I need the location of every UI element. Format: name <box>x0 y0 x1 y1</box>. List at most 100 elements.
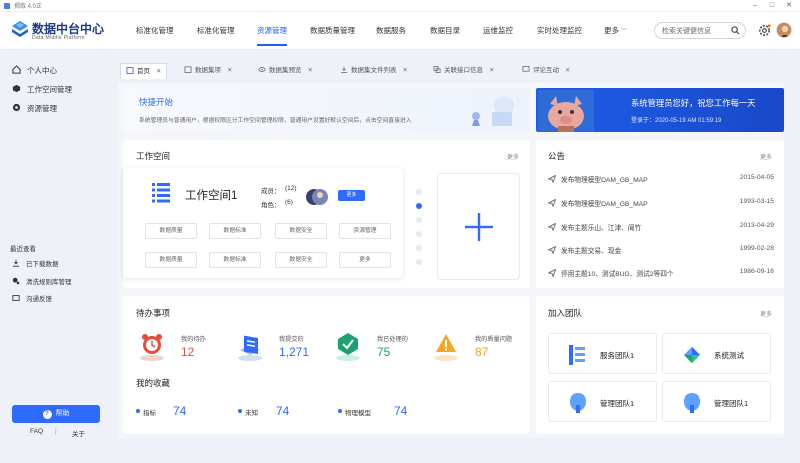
todo-item-submitted[interactable]: 我提交的 1,271 <box>235 330 325 364</box>
comment-icon <box>522 66 530 72</box>
close-tab-icon[interactable]: ✕ <box>227 67 232 74</box>
chevron-down-icon: ﹀ <box>621 29 628 35</box>
team-card[interactable]: 系统测试 <box>662 333 771 374</box>
tab-api-info[interactable]: 关联接口信息 ✕ <box>433 63 494 79</box>
notice-date: 2013-04-29 <box>739 222 774 229</box>
teams-more-link[interactable]: 更多 <box>760 309 772 318</box>
notice-item[interactable]: 发布物理模型DAM_GB_MAP 1993-03-15 <box>548 198 774 208</box>
workspace-pill[interactable]: 数据安全 <box>275 252 327 268</box>
nav-more[interactable]: 更多 ﹀ <box>604 12 627 50</box>
favorite-item-physical-model[interactable]: 物理模型 74 <box>338 404 418 418</box>
favorite-label: 物理模型 <box>345 410 371 417</box>
pager-dot[interactable] <box>416 245 422 251</box>
gear-icon[interactable] <box>757 23 772 38</box>
roles-count: (6) <box>285 199 293 206</box>
team-card[interactable]: 服务团队1 <box>548 333 657 374</box>
nav-standard-management[interactable]: 标准化管理 <box>136 12 174 50</box>
todo-item-processed[interactable]: 我已处理的 75 <box>333 330 423 364</box>
add-workspace-button[interactable] <box>437 173 520 280</box>
document-icon <box>152 183 170 203</box>
tab-dataset-item[interactable]: 数据集项 ✕ <box>184 63 232 79</box>
notice-item[interactable]: 发布物理模型DAM_GB_MAP 2015-04-05 <box>548 174 774 184</box>
nav-realtime-monitor[interactable]: 实时处理监控 <box>537 12 582 50</box>
team-card[interactable]: 管理团队1 <box>662 381 771 422</box>
help-button[interactable]: ? 帮助 <box>12 405 100 423</box>
calendar-icon <box>184 66 192 73</box>
mascot-image <box>538 90 594 132</box>
recent-item-label: 已下载数据 <box>26 261 59 268</box>
sidebar-item-resource-management[interactable]: 资源管理 <box>12 102 57 116</box>
workspace-pill[interactable]: 数据质量 <box>145 252 197 268</box>
workspace-more-button[interactable]: 更多 <box>338 190 365 201</box>
close-icon[interactable]: ✕ <box>782 0 796 12</box>
about-link[interactable]: 关于 <box>72 428 85 438</box>
bullet <box>338 409 342 413</box>
notice-item[interactable]: 停用主题10、测试BUG、测试2等四个 1986-09-16 <box>548 268 774 278</box>
workspace-pill[interactable]: 数据标准 <box>209 223 261 239</box>
top-navigation: 数据中台中心 Data Middle Platform 标准化管理 标准化管理 … <box>0 12 800 50</box>
window-title: 揭取 4.0正 <box>14 4 43 10</box>
nav-data-quality[interactable]: 数据质量管理 <box>310 12 355 50</box>
pager-dot[interactable] <box>416 217 422 223</box>
workspace-pill[interactable]: 资源管理 <box>339 223 391 239</box>
maximize-icon[interactable]: □ <box>765 0 779 12</box>
avatar[interactable] <box>776 22 792 38</box>
app-icon <box>4 3 10 9</box>
favorite-item-indicator[interactable]: 指标 74 <box>136 404 196 418</box>
notice-panel <box>536 140 784 288</box>
search-icon[interactable] <box>731 26 740 35</box>
minimize-icon[interactable]: – <box>748 0 762 12</box>
notice-item[interactable]: 发布主题乐山、江津、阆竹 2013-04-29 <box>548 222 774 232</box>
close-tab-icon[interactable]: ✕ <box>308 67 313 74</box>
close-tab-icon[interactable]: ✕ <box>489 67 494 74</box>
close-tab-icon[interactable]: ✕ <box>403 67 408 74</box>
team-card[interactable]: 管理团队1 <box>548 381 657 422</box>
recent-item-downloaded-data[interactable]: 已下载数据 <box>12 259 59 271</box>
recent-item-label: 清洗规则库管理 <box>26 279 72 286</box>
tab-dataset-files[interactable]: 数据集文件列表 ✕ <box>340 63 408 79</box>
nav-data-catalog[interactable]: 数据目录 <box>430 12 460 50</box>
sidebar-item-personal-center[interactable]: 个人中心 <box>12 64 57 78</box>
pager-dot[interactable] <box>416 231 422 237</box>
notice-item[interactable]: 发布主题交易、现金 1999-02-28 <box>548 245 774 255</box>
workspace-card[interactable]: 工作空间1 成员： (12) 角色： (6) 更多 数据质量 数据标准 数据安全… <box>123 168 403 278</box>
workspace-pill[interactable]: 数据标准 <box>209 252 261 268</box>
sidebar: 个人中心 工作空间管理 资源管理 最近查看 已下载数据 清洗规则库管理 沟通反馈 <box>0 51 116 463</box>
favorite-item-unknown[interactable]: 未知 74 <box>238 404 298 418</box>
logo[interactable]: 数据中台中心 Data Middle Platform <box>10 18 114 44</box>
faq-link[interactable]: FAQ <box>30 428 43 435</box>
workspace-pill[interactable]: 更多 <box>339 252 391 268</box>
nav-standard-management-2[interactable]: 标准化管理 <box>197 12 235 50</box>
todo-item-pending[interactable]: 我的待办 12 <box>137 330 227 364</box>
todo-value: 75 <box>377 345 391 359</box>
resource-icon <box>12 103 21 112</box>
workspace-pill[interactable]: 数据安全 <box>275 223 327 239</box>
recent-item-cleaning-rules[interactable]: 清洗规则库管理 <box>12 277 72 289</box>
pager-dot-active[interactable] <box>416 203 422 209</box>
todo-item-quality-issues[interactable]: 我的质量问题 87 <box>431 330 521 364</box>
send-icon <box>548 223 556 231</box>
search-input[interactable]: 检索关键健信息 <box>654 22 746 39</box>
recent-item-feedback[interactable]: 沟通反馈 <box>12 294 52 306</box>
nav-data-service[interactable]: 数据服务 <box>376 12 406 50</box>
tab-dataset-preview[interactable]: 数据集预览 ✕ <box>258 63 313 79</box>
tab-home[interactable]: 首页 ✕ <box>120 63 168 79</box>
nav-resource-management[interactable]: 资源管理 <box>257 12 287 50</box>
pager-dot[interactable] <box>416 259 422 265</box>
pager-dot[interactable] <box>416 189 422 195</box>
notice-text: 发布物理模型DAM_GB_MAP <box>561 201 648 208</box>
close-tab-icon[interactable]: ✕ <box>156 68 161 75</box>
sidebar-item-workspace-management[interactable]: 工作空间管理 <box>12 83 72 97</box>
recent-item-label: 沟通反馈 <box>26 296 52 303</box>
workspace-more-link[interactable]: 更多 <box>507 152 519 161</box>
notice-text: 停用主题10、测试BUG、测试2等四个 <box>561 271 674 278</box>
close-tab-icon[interactable]: ✕ <box>565 67 570 74</box>
notice-more-link[interactable]: 更多 <box>760 152 772 161</box>
nav-ops-monitor[interactable]: 运维监控 <box>483 12 513 50</box>
workspace-pill[interactable]: 数据质量 <box>145 223 197 239</box>
todo-value: 1,271 <box>279 345 310 359</box>
notice-title: 公告 <box>548 151 566 161</box>
todo-label: 我的质量问题 <box>475 336 513 343</box>
tab-comments[interactable]: 评论互动 ✕ <box>522 63 570 79</box>
shield-icon <box>684 393 700 413</box>
